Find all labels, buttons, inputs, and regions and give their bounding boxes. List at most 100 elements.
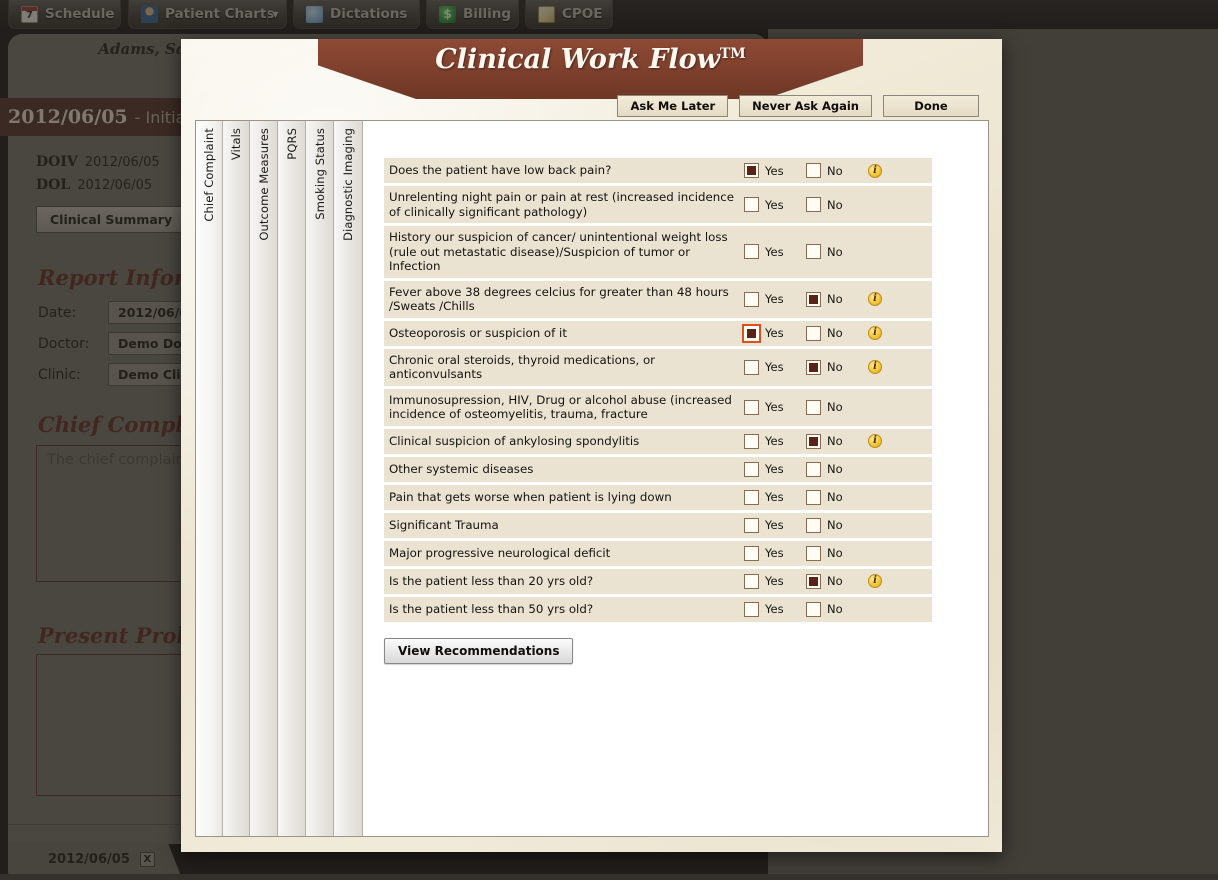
checkbox-no[interactable] bbox=[806, 517, 821, 533]
checkbox-yes[interactable] bbox=[744, 545, 759, 561]
question-options: YesNoi bbox=[744, 291, 932, 307]
tab-pqrs[interactable]: PQRS bbox=[278, 121, 306, 836]
checkbox-yes[interactable] bbox=[744, 163, 759, 178]
checkbox-no[interactable] bbox=[806, 601, 821, 617]
option-yes: Yes bbox=[744, 197, 806, 212]
checkbox-no[interactable] bbox=[806, 489, 821, 505]
question-row: Unrelenting night pain or pain at rest (… bbox=[384, 186, 932, 223]
question-text: Is the patient less than 20 yrs old? bbox=[389, 573, 594, 588]
checkbox-yes-label: Yes bbox=[765, 244, 784, 259]
checkbox-yes[interactable] bbox=[744, 461, 759, 477]
info-icon[interactable]: i bbox=[868, 163, 882, 178]
checkbox-yes-label: Yes bbox=[765, 326, 784, 340]
never-ask-again-button[interactable]: Never Ask Again bbox=[739, 95, 872, 117]
checkbox-yes[interactable] bbox=[744, 359, 759, 375]
checkbox-no[interactable] bbox=[806, 461, 821, 477]
tab-chief-complaint[interactable]: Chief Complaint bbox=[196, 121, 223, 836]
checkbox-yes[interactable] bbox=[742, 323, 761, 343]
question-row: History our suspicion of cancer/ uninten… bbox=[384, 226, 932, 278]
option-no: No bbox=[806, 399, 868, 415]
question-row: Significant TraumaYesNoi bbox=[384, 512, 932, 538]
checkbox-no[interactable] bbox=[806, 163, 821, 178]
ask-me-later-button[interactable]: Ask Me Later bbox=[617, 95, 729, 117]
question-row: Fever above 38 degrees celcius for great… bbox=[384, 280, 932, 318]
checkbox-yes[interactable] bbox=[744, 517, 759, 533]
option-no: No bbox=[806, 489, 868, 505]
question-row: Osteoporosis or suspicion of it Yes No i bbox=[384, 320, 932, 346]
checkbox-no[interactable] bbox=[806, 573, 821, 589]
info-icon[interactable]: i bbox=[868, 434, 882, 448]
question-row: Chronic oral steroids, thyroid medicatio… bbox=[384, 348, 932, 386]
tab-smoking-status[interactable]: Smoking Status bbox=[306, 121, 334, 836]
done-button[interactable]: Done bbox=[883, 95, 979, 117]
checkbox-yes[interactable] bbox=[744, 433, 759, 449]
checkbox-no[interactable] bbox=[806, 399, 821, 415]
checkbox-no-label: No bbox=[827, 546, 843, 560]
question-row: Other systemic diseasesYesNoi bbox=[384, 456, 932, 482]
checkbox-no[interactable] bbox=[806, 291, 821, 307]
checkbox-yes[interactable] bbox=[744, 573, 759, 589]
checkbox-no[interactable] bbox=[806, 433, 821, 449]
option-yes: Yes bbox=[742, 323, 806, 343]
tab-label: Smoking Status bbox=[312, 128, 327, 220]
checkbox-no[interactable] bbox=[806, 325, 821, 341]
checkbox-no-label: No bbox=[827, 244, 843, 259]
checkbox-yes[interactable] bbox=[744, 291, 759, 307]
checkbox-no-label: No bbox=[827, 490, 843, 504]
tab-label: Diagnostic Imaging bbox=[341, 128, 355, 241]
checkbox-no[interactable] bbox=[806, 244, 821, 260]
checkbox-no-label: No bbox=[827, 574, 843, 588]
checkbox-yes[interactable] bbox=[744, 601, 759, 617]
view-recommendations-button[interactable]: View Recommendations bbox=[384, 637, 574, 664]
trademark-mark: TM bbox=[719, 46, 746, 62]
info-icon[interactable]: i bbox=[868, 326, 882, 340]
question-options: Yes No i bbox=[742, 323, 932, 343]
checkbox-no[interactable] bbox=[806, 545, 821, 561]
vertical-tab-strip: Chief Complaint Vitals Outcome Measures … bbox=[196, 121, 363, 836]
option-yes: Yes bbox=[744, 545, 806, 561]
checkbox-no[interactable] bbox=[806, 197, 821, 212]
checkbox-yes-label: Yes bbox=[765, 197, 784, 212]
option-yes: Yes bbox=[744, 433, 806, 449]
checkbox-no-label: No bbox=[827, 434, 843, 448]
checkbox-yes-label: Yes bbox=[765, 518, 784, 532]
question-options: YesNoi bbox=[744, 359, 932, 375]
option-no: No bbox=[806, 325, 868, 341]
question-options: YesNoi bbox=[744, 244, 932, 260]
checkbox-no[interactable] bbox=[806, 359, 821, 375]
question-row: Pain that gets worse when patient is lyi… bbox=[384, 484, 932, 510]
question-row: Clinical suspicion of ankylosing spondyl… bbox=[384, 428, 932, 454]
option-no: No bbox=[806, 517, 868, 533]
tab-label: PQRS bbox=[284, 128, 299, 160]
option-yes: Yes bbox=[744, 163, 806, 178]
question-options: YesNoi bbox=[744, 489, 932, 505]
checkbox-no-label: No bbox=[827, 400, 843, 414]
tab-outcome-measures[interactable]: Outcome Measures bbox=[250, 121, 278, 836]
option-no: No bbox=[806, 545, 868, 561]
tab-diagnostic-imaging[interactable]: Diagnostic Imaging bbox=[334, 121, 363, 836]
checkbox-no-label: No bbox=[827, 326, 843, 340]
tab-vitals[interactable]: Vitals bbox=[223, 121, 250, 836]
question-text: Immunosupression, HIV, Drug or alcohol a… bbox=[389, 392, 732, 422]
checkbox-yes[interactable] bbox=[744, 399, 759, 415]
option-no: No bbox=[806, 291, 868, 307]
info-icon[interactable]: i bbox=[868, 574, 882, 588]
info-icon[interactable]: i bbox=[868, 360, 882, 374]
question-row: Does the patient have low back pain? Yes N… bbox=[384, 158, 932, 183]
question-list: Does the patient have low back pain? Yes N… bbox=[384, 158, 932, 622]
tab-label: Vitals bbox=[229, 128, 243, 161]
question-text: Unrelenting night pain or pain at rest (… bbox=[389, 190, 734, 219]
dialog-title-text: Clinical Work Flow bbox=[435, 44, 720, 75]
question-text: Significant Trauma bbox=[389, 517, 499, 532]
checkbox-yes[interactable] bbox=[744, 244, 759, 260]
bottom-strip bbox=[0, 874, 1218, 880]
checkbox-yes-label: Yes bbox=[765, 574, 784, 588]
checkbox-no-label: No bbox=[827, 518, 843, 532]
option-no: No bbox=[806, 461, 868, 477]
checkbox-yes-label: Yes bbox=[765, 546, 784, 560]
checkbox-yes[interactable] bbox=[744, 197, 759, 212]
option-no: No bbox=[806, 601, 868, 617]
info-icon[interactable]: i bbox=[868, 292, 882, 306]
checkbox-yes[interactable] bbox=[744, 489, 759, 505]
checkbox-yes-label: Yes bbox=[765, 462, 784, 476]
